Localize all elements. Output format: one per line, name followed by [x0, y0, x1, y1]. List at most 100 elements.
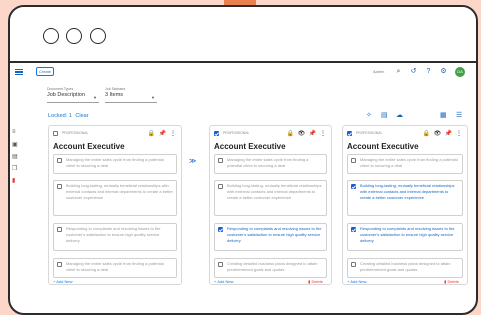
duty-checkbox[interactable]: [351, 158, 356, 163]
add-new-label: Add New: [217, 279, 234, 284]
card-select-checkbox[interactable]: [53, 131, 58, 136]
gear-icon[interactable]: ⚙: [439, 67, 448, 76]
card-select-checkbox[interactable]: [214, 131, 219, 136]
job-card: PROFESSIONAL 🔒 👁 📌 ⋮ Account Executive Mana…: [342, 125, 468, 285]
list-view-icon[interactable]: ☰: [456, 111, 462, 119]
card-action-icons[interactable]: 🔒 👁 📌 ⋮: [286, 130, 327, 137]
add-new-button[interactable]: + Add New: [347, 279, 366, 284]
duty-item[interactable]: Managing the entire sales cycle from fin…: [214, 154, 327, 174]
magic-wand-icon[interactable]: ✧: [366, 111, 372, 119]
card-select-checkbox[interactable]: [347, 131, 352, 136]
delete-label: Delete: [447, 279, 459, 284]
duty-checkbox[interactable]: [218, 184, 223, 189]
card-category: PROFESSIONAL: [356, 131, 383, 135]
window-control-dot-2[interactable]: [66, 28, 82, 44]
job-card: PROFESSIONAL 🔒 👁 📌 ⋮ Account Executive Mana…: [209, 125, 332, 285]
duty-item[interactable]: Responding to complaints and resolving i…: [53, 223, 177, 251]
duty-text: Building long-lasting, mutually benefici…: [227, 183, 322, 200]
chevron-down-icon: ▼: [151, 95, 155, 100]
duty-checkbox[interactable]: [351, 262, 356, 267]
chevron-down-icon: ▼: [93, 95, 97, 100]
document-types-value: Job Description: [47, 92, 85, 98]
card-header: PROFESSIONAL 🔒 📌 ⋮: [53, 131, 177, 139]
card-category: PROFESSIONAL: [62, 131, 89, 135]
delete-label: Delete: [311, 279, 323, 284]
duty-checkbox[interactable]: [218, 158, 223, 163]
locked-status: Locked: 1 Clear: [48, 113, 89, 119]
avatar[interactable]: DA: [455, 67, 465, 77]
card-header: PROFESSIONAL 🔒 👁 📌 ⋮: [347, 131, 463, 139]
duty-text: Managing the entire sales cycle from fin…: [227, 157, 309, 168]
menu-icon[interactable]: [15, 69, 23, 75]
duty-item[interactable]: Creating detailed business plans designe…: [347, 258, 463, 278]
duty-item[interactable]: Responding to complaints and resolving i…: [347, 223, 463, 251]
duty-checkbox[interactable]: [218, 227, 223, 232]
trash-icon: ▮: [444, 279, 447, 284]
duty-checkbox[interactable]: [218, 262, 223, 267]
card-title: Account Executive: [53, 142, 125, 151]
duty-text: Responding to complaints and resolving i…: [227, 226, 322, 243]
card-title: Account Executive: [214, 142, 286, 151]
duty-item[interactable]: Managing the entire sales cycle from fin…: [347, 154, 463, 174]
help-icon[interactable]: ?: [424, 67, 433, 76]
add-new-button[interactable]: + Add New: [214, 279, 233, 284]
clear-link[interactable]: Clear: [75, 113, 88, 119]
card-action-icons[interactable]: 🔒 👁 📌 ⋮: [422, 130, 463, 137]
delete-button[interactable]: ▮ Delete: [308, 279, 323, 284]
cloud-icon[interactable]: ☁: [396, 111, 403, 119]
duty-item[interactable]: Building long-lasting, mutually benefici…: [347, 180, 463, 216]
card-action-icons[interactable]: 🔒 📌 ⋮: [148, 130, 177, 137]
duty-checkbox[interactable]: [57, 184, 62, 189]
duty-text: Building long-lasting, mutually benefici…: [66, 183, 173, 200]
duty-text: Responding to complaints and resolving i…: [360, 226, 455, 243]
window-control-dot-1[interactable]: [43, 28, 59, 44]
grid-view-icon[interactable]: ▦: [440, 111, 447, 119]
sidebar-document-icon[interactable]: ▣: [12, 141, 18, 148]
window-control-dot-3[interactable]: [90, 28, 106, 44]
history-icon[interactable]: ↺: [409, 67, 418, 76]
browser-window: Create Admin ⌕ ↺ ? ⚙ DA Document Types J…: [8, 5, 478, 315]
locked-count: 1: [68, 113, 72, 119]
sidebar-trash-icon[interactable]: ▮: [12, 177, 15, 184]
app-toolbar: Create Admin ⌕ ↺ ? ⚙ DA: [10, 64, 476, 84]
filter-icon[interactable]: ▤: [381, 111, 388, 119]
duty-item[interactable]: Building long-lasting, mutually benefici…: [214, 180, 327, 216]
add-new-label: Add New: [56, 279, 73, 284]
job-card: PROFESSIONAL 🔒 📌 ⋮ Account Executive Managi…: [48, 125, 182, 285]
duty-checkbox[interactable]: [351, 227, 356, 232]
sidebar-copy-icon[interactable]: ❐: [12, 165, 17, 172]
duty-text: Responding to complaints and resolving i…: [66, 226, 161, 243]
move-right-icon[interactable]: ≫: [189, 157, 196, 165]
duty-checkbox[interactable]: [57, 227, 62, 232]
duty-text: Creating detailed business plans designe…: [360, 261, 451, 272]
user-name: Admin: [373, 69, 385, 74]
sidebar-file-icon[interactable]: ▤: [12, 153, 18, 160]
duty-text: Building long-lasting, mutually benefici…: [360, 183, 455, 200]
duty-item[interactable]: Responding to complaints and resolving i…: [214, 223, 327, 251]
job-statuses-value: 3 Items: [105, 92, 124, 98]
card-category: PROFESSIONAL: [223, 131, 250, 135]
locked-label: Locked: [48, 113, 66, 119]
delete-button[interactable]: ▮ Delete: [444, 279, 459, 284]
job-statuses-select[interactable]: Job Statuses 3 Items ▼: [105, 87, 157, 103]
sidebar-lines-icon[interactable]: ≡: [12, 129, 16, 135]
job-statuses-label: Job Statuses: [105, 87, 126, 91]
duty-item[interactable]: Managing the entire sales cycle from fin…: [53, 154, 177, 174]
duty-item[interactable]: Creating detailed business plans designe…: [214, 258, 327, 278]
document-types-select[interactable]: Document Types Job Description ▼: [47, 87, 99, 103]
trash-icon: ▮: [308, 279, 311, 284]
left-sidebar: ≡ ▣ ▤ ❐ ▮: [10, 125, 22, 205]
window-titlebar: [10, 7, 476, 63]
duty-checkbox[interactable]: [57, 262, 62, 267]
duty-item[interactable]: Managing the entire sales cycle from fin…: [53, 258, 177, 278]
create-button[interactable]: Create: [36, 67, 54, 76]
duty-checkbox[interactable]: [351, 184, 356, 189]
document-types-label: Document Types: [47, 87, 74, 91]
card-title: Account Executive: [347, 142, 419, 151]
card-header: PROFESSIONAL 🔒 👁 📌 ⋮: [214, 131, 327, 139]
duty-item[interactable]: Building long-lasting, mutually benefici…: [53, 180, 177, 216]
add-new-button[interactable]: + Add New: [53, 279, 72, 284]
search-icon[interactable]: ⌕: [394, 67, 403, 76]
add-new-label: Add New: [350, 279, 367, 284]
duty-checkbox[interactable]: [57, 158, 62, 163]
